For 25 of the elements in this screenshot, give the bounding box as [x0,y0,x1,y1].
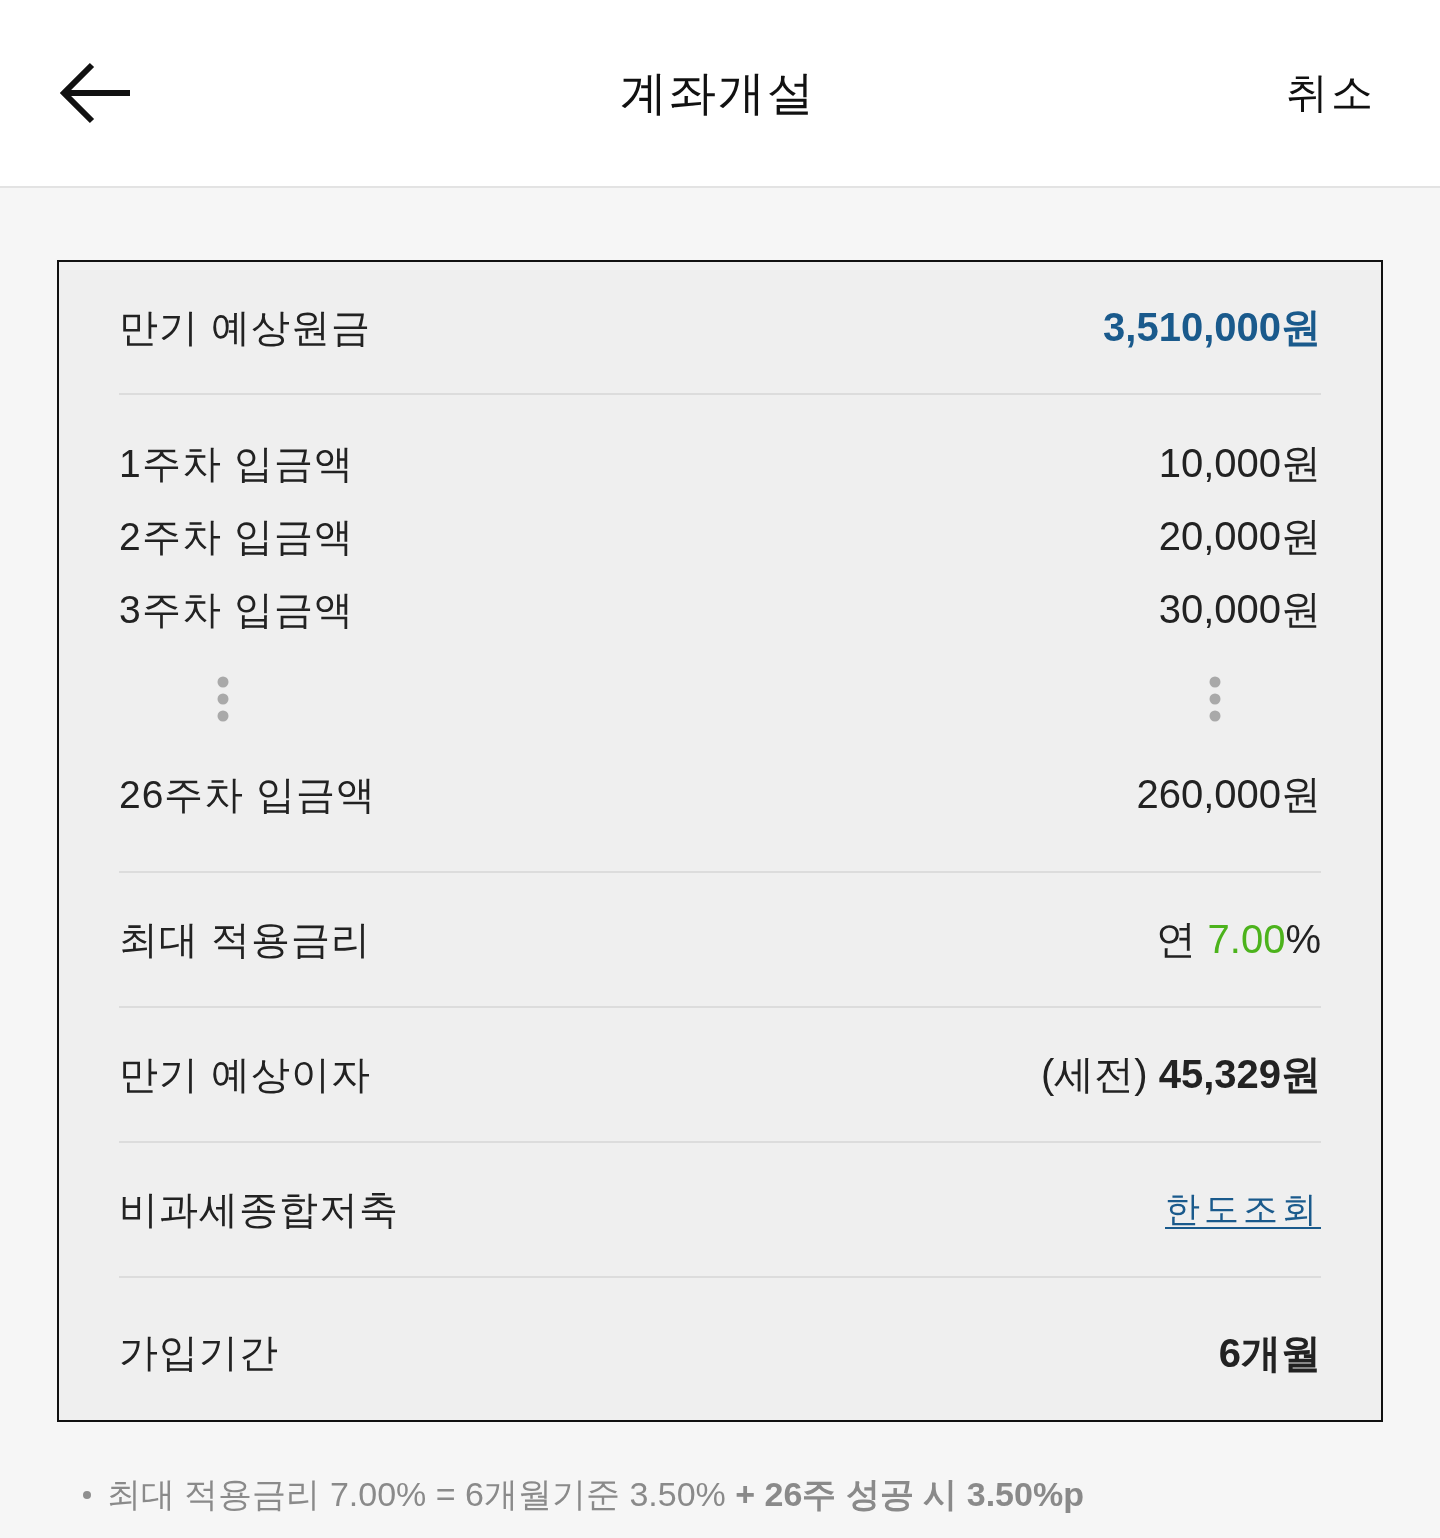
field-label: 1주차 입금액 [119,440,354,487]
field-value: (세전) 45,329원 [1040,1051,1321,1098]
vertical-dots-icon [217,676,229,722]
field-value: 260,000원 [1136,771,1321,818]
field-label: 26주차 입금액 [119,771,377,818]
field-value: 20,000원 [1158,513,1321,560]
field-label: 2주차 입금액 [119,513,354,560]
footnote-text: 최대 적용금리 7.00% = 6개월기준 3.50% + 26주 성공 시 3.50%p [107,1474,1084,1515]
field-label: 가입기간 [119,1330,279,1376]
field-label: 만기 예상원금 [119,304,371,351]
field-label: 비과세종합저축 [119,1186,399,1233]
field-value: 6개월 [1218,1329,1321,1377]
back-arrow-icon[interactable] [60,62,132,124]
field-label: 최대 적용금리 [119,916,371,963]
cancel-button[interactable]: 취소 [1286,65,1376,121]
field-label: 3주차 입금액 [119,586,354,633]
field-value: 3,510,000원 [1103,304,1321,351]
field-value: 10,000원 [1158,440,1321,487]
bullet-icon [83,1491,91,1499]
field-label: 만기 예상이자 [119,1051,371,1098]
rate-value: 연 7.00% [1156,916,1321,963]
limit-check-link[interactable]: 한도조회 [1165,1186,1321,1233]
field-value: 30,000원 [1158,586,1321,633]
page-title: 계좌개설 [620,64,816,121]
vertical-dots-icon [1209,676,1221,722]
